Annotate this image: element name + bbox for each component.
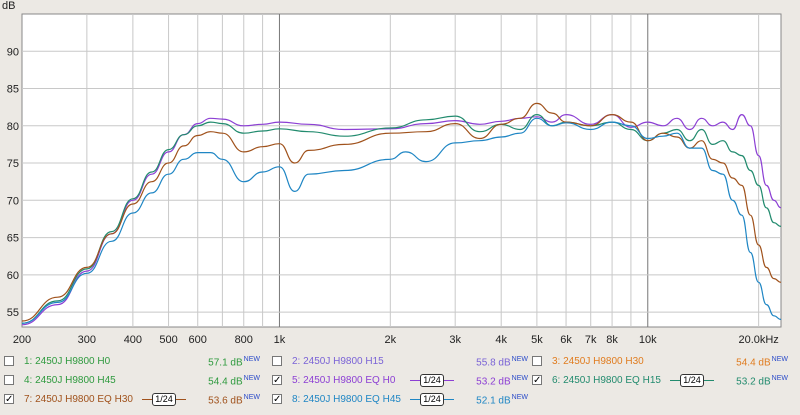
- smoothing-indicator[interactable]: 1/24: [410, 372, 454, 388]
- legend-item: ✓ 8: 2450J H9800 EQ H45 1/24 52.1 dBNEW: [272, 391, 534, 409]
- x-tick-label: 200: [13, 334, 31, 346]
- legend-item: ✓ 5: 2450J H9800 EQ H0 1/24 53.2 dBNEW: [272, 372, 534, 390]
- legend-label[interactable]: 7: 2450J H9800 EQ H30: [24, 394, 133, 405]
- legend-db-value: 52.1 dBNEW: [476, 394, 528, 407]
- smoothing-indicator[interactable]: 1/24: [142, 391, 186, 407]
- x-tick-label: 10k: [639, 334, 657, 346]
- new-badge: NEW: [511, 394, 528, 401]
- y-tick-label: 65: [7, 233, 19, 245]
- plot-area[interactable]: [21, 13, 782, 328]
- x-tick-label: 500: [159, 334, 177, 346]
- legend-item: 2: 2450J H9800 H15 55.8 dBNEW: [272, 353, 534, 371]
- legend-item: 3: 2450J H9800 H30 54.4 dBNEW: [532, 353, 794, 371]
- smoothing-label: 1/24: [420, 393, 444, 406]
- x-tick-label: 800: [235, 334, 253, 346]
- legend-checkbox[interactable]: [532, 356, 542, 366]
- legend-checkbox[interactable]: [272, 356, 282, 366]
- x-tick-label: 7k: [585, 334, 597, 346]
- legend-db-value: 57.1 dBNEW: [208, 356, 260, 369]
- legend-db-value: 54.4 dBNEW: [736, 356, 788, 369]
- legend-item: ✓ 7: 2450J H9800 EQ H30 1/24 53.6 dBNEW: [4, 391, 266, 409]
- frequency-response-chart: 55 60 65 70 75 80 85 90 200 300 400 500 600 800 1k 2k 3…: [0, 0, 800, 350]
- new-badge: NEW: [771, 375, 788, 382]
- legend-checkbox[interactable]: [4, 375, 14, 385]
- x-tick-label: 5k: [531, 334, 543, 346]
- x-tick-label: 600: [189, 334, 207, 346]
- smoothing-indicator[interactable]: 1/24: [670, 372, 714, 388]
- smoothing-label: 1/24: [680, 374, 704, 387]
- y-tick-label: 75: [7, 158, 19, 170]
- legend-checkbox[interactable]: ✓: [4, 394, 14, 405]
- x-tick-label: 3k: [449, 334, 461, 346]
- new-badge: NEW: [511, 356, 528, 363]
- x-tick-label: 1k: [274, 334, 286, 346]
- legend-label[interactable]: 4: 2450J H9800 H45: [24, 375, 116, 386]
- x-tick-label: 4k: [495, 334, 507, 346]
- legend-label[interactable]: 3: 2450J H9800 H30: [552, 356, 644, 367]
- x-tick-label: 6k: [560, 334, 572, 346]
- new-badge: NEW: [243, 356, 260, 363]
- smoothing-label: 1/24: [152, 393, 176, 406]
- legend: 1: 2450J H9800 H0 57.1 dBNEW 2: 2450J H980…: [0, 350, 800, 415]
- y-tick-label: 90: [7, 46, 19, 58]
- y-tick-label: 85: [7, 84, 19, 96]
- y-tick-label: 70: [7, 195, 19, 207]
- x-tick-label: 8k: [606, 334, 618, 346]
- legend-db-value: 55.8 dBNEW: [476, 356, 528, 369]
- y-axis-label: dB: [2, 0, 15, 12]
- smoothing-label: 1/24: [420, 374, 444, 387]
- legend-item: 1: 2450J H9800 H0 57.1 dBNEW: [4, 353, 266, 371]
- x-tick-label: 20.0kHz: [738, 334, 778, 346]
- legend-db-value: 53.2 dBNEW: [476, 375, 528, 388]
- legend-label[interactable]: 2: 2450J H9800 H15: [292, 356, 384, 367]
- x-tick-label: 2k: [385, 334, 397, 346]
- legend-label[interactable]: 5: 2450J H9800 EQ H0: [292, 375, 395, 386]
- legend-checkbox[interactable]: [4, 356, 14, 366]
- legend-checkbox[interactable]: ✓: [272, 394, 282, 405]
- smoothing-indicator[interactable]: 1/24: [410, 391, 454, 407]
- y-tick-label: 80: [7, 121, 19, 133]
- legend-db-value: 54.4 dBNEW: [208, 375, 260, 388]
- legend-db-value: 53.6 dBNEW: [208, 394, 260, 407]
- legend-item: 4: 2450J H9800 H45 54.4 dBNEW: [4, 372, 266, 390]
- legend-db-value: 53.2 dBNEW: [736, 375, 788, 388]
- new-badge: NEW: [243, 394, 260, 401]
- new-badge: NEW: [771, 356, 788, 363]
- legend-label[interactable]: 6: 2450J H9800 EQ H15: [552, 375, 661, 386]
- new-badge: NEW: [243, 375, 260, 382]
- legend-item: ✓ 6: 2450J H9800 EQ H15 1/24 53.2 dBNEW: [532, 372, 794, 390]
- legend-checkbox[interactable]: ✓: [272, 375, 282, 386]
- new-badge: NEW: [511, 375, 528, 382]
- legend-label[interactable]: 1: 2450J H9800 H0: [24, 356, 110, 367]
- y-tick-label: 55: [7, 307, 19, 319]
- y-tick-label: 60: [7, 270, 19, 282]
- legend-label[interactable]: 8: 2450J H9800 EQ H45: [292, 394, 401, 405]
- x-tick-label: 300: [78, 334, 96, 346]
- legend-checkbox[interactable]: ✓: [532, 375, 542, 386]
- x-tick-label: 400: [124, 334, 142, 346]
